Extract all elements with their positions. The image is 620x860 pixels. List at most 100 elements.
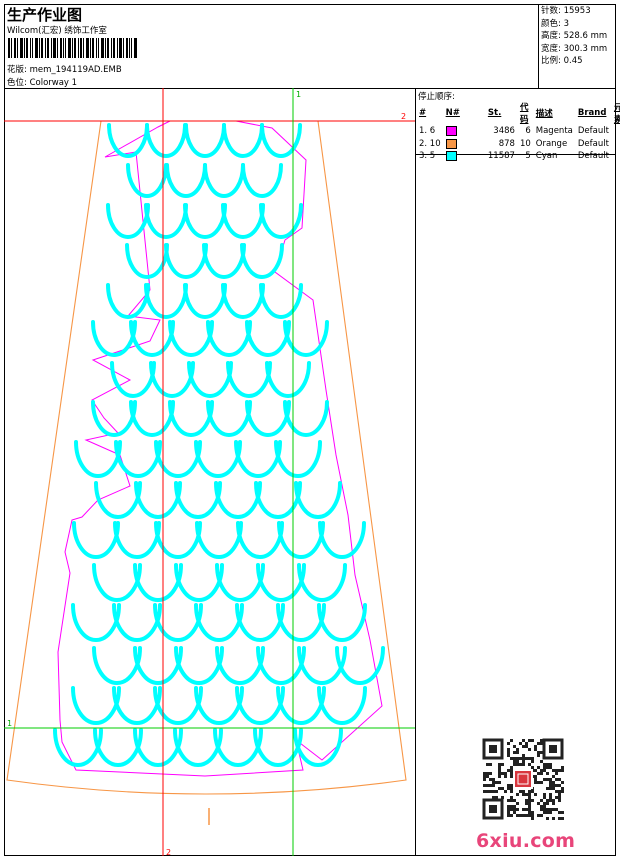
qr-module [483, 778, 486, 781]
qr-module [501, 787, 504, 790]
qr-module [489, 790, 492, 793]
scale-arc [194, 603, 244, 642]
site-watermark: 6xiu.com [476, 830, 576, 852]
qr-module [531, 766, 534, 769]
qr-module [510, 772, 513, 775]
scale-arc [92, 563, 142, 602]
qr-module [522, 757, 525, 760]
qr-module [543, 802, 546, 805]
qr-module [534, 781, 537, 784]
qr-module [531, 811, 534, 814]
scale-arc [74, 440, 122, 478]
qr-module [540, 808, 543, 811]
qr-module [510, 787, 513, 790]
scale-arc [283, 400, 329, 437]
qr-module [507, 808, 510, 811]
qr-module [534, 745, 537, 748]
qr-module [546, 802, 549, 805]
qr-module [555, 772, 558, 775]
scale-arc [245, 400, 291, 437]
qr-module [486, 772, 489, 775]
qr-module [498, 766, 501, 769]
scale-arc [144, 203, 188, 239]
scale-arc [194, 686, 244, 725]
scale-arc [174, 481, 222, 519]
qr-module [513, 757, 516, 760]
qr-module [543, 808, 546, 811]
qr-module [531, 814, 534, 817]
scale-arc [92, 646, 142, 685]
scale-arc [215, 563, 265, 602]
qr-module [543, 769, 546, 772]
qr-module [507, 769, 510, 772]
qr-module [525, 799, 528, 802]
qr-module [549, 793, 552, 796]
qr-module [540, 805, 543, 808]
qr-module [513, 745, 516, 748]
qr-module [522, 745, 525, 748]
qr-module [552, 799, 555, 802]
qr-module [543, 763, 546, 766]
qr-module [513, 760, 516, 763]
qr-module [519, 742, 522, 745]
qr-module [492, 790, 495, 793]
scale-arc [134, 481, 182, 519]
qr-module [510, 790, 513, 793]
qr-module [507, 787, 510, 790]
qr-module [498, 763, 501, 766]
scale-arc [94, 481, 142, 519]
qr-module [507, 751, 510, 754]
qr-module [525, 793, 528, 796]
scale-arc [187, 361, 233, 398]
scale-arc [234, 440, 282, 478]
qr-module [489, 784, 492, 787]
qr-module [522, 760, 525, 763]
qr-module [522, 754, 525, 757]
qr-module [528, 808, 531, 811]
scale-arc [206, 400, 252, 437]
scale-arc [110, 361, 156, 398]
qr-module [543, 796, 546, 799]
qr-module [510, 799, 513, 802]
qr-module [537, 742, 540, 745]
qr-module [516, 751, 519, 754]
qr-module [507, 754, 510, 757]
qr-module [546, 817, 549, 820]
qr-module [510, 814, 513, 817]
qr-module [549, 796, 552, 799]
qr-module [549, 787, 552, 790]
scale-arc [113, 521, 161, 559]
qr-module [528, 814, 531, 817]
scale-arc [153, 686, 203, 725]
qr-module [528, 811, 531, 814]
scale-arc [174, 646, 224, 685]
qr-module [543, 793, 546, 796]
qr-module [552, 775, 555, 778]
qr-module [537, 802, 540, 805]
scale-arc [144, 283, 188, 319]
qr-module [510, 784, 513, 787]
qr-module [507, 814, 510, 817]
qr-module [516, 793, 519, 796]
scale-arc [221, 203, 265, 239]
garment-outline-orange [6, 120, 407, 795]
qr-module [507, 799, 510, 802]
qr-module [555, 808, 558, 811]
qr-module [516, 763, 519, 766]
qr-module [510, 769, 513, 772]
qr-module [501, 763, 504, 766]
qr-module [498, 769, 501, 772]
scale-arc [194, 440, 242, 478]
qr-module [486, 763, 489, 766]
qr-module [489, 778, 492, 781]
guide-label-bottom: 2 [166, 848, 171, 857]
qr-module [507, 748, 510, 751]
qr-module [558, 817, 561, 820]
scale-arc [256, 646, 306, 685]
qr-module [543, 811, 546, 814]
scale-arc [71, 686, 121, 725]
qr-module [546, 766, 549, 769]
qr-module [498, 772, 501, 775]
fish-scale-pattern [53, 123, 385, 767]
qr-module [549, 784, 552, 787]
